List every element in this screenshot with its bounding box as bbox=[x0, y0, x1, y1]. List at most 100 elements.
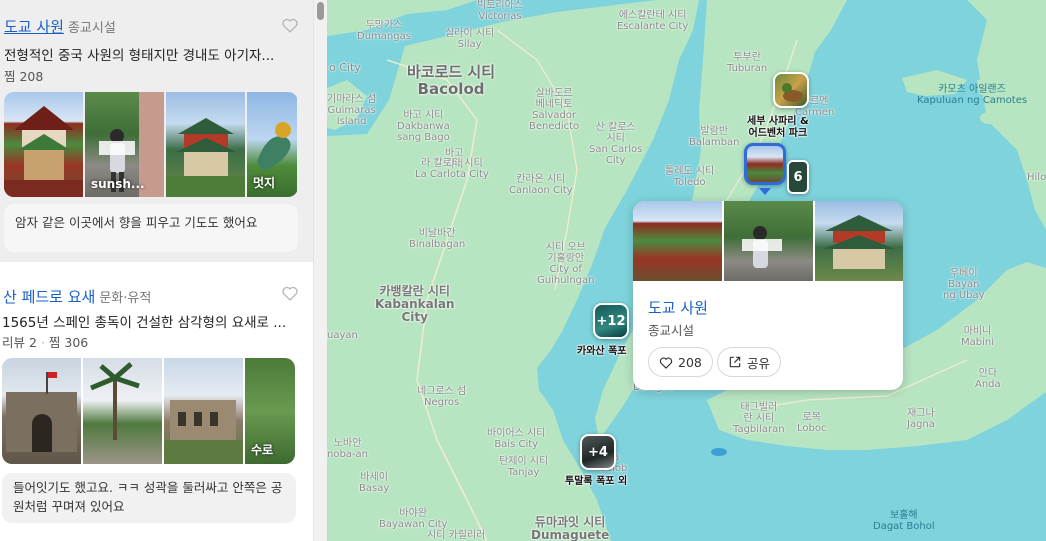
map-label-lacarlota: 라 칼로타 시티 La Carlota City bbox=[415, 158, 489, 180]
map-marker-tumalog[interactable]: +4 bbox=[580, 434, 616, 470]
app-root: 도교 사원 종교시설 전형적인 중국 사원의 형태지만 경내도 아기자... 찜… bbox=[0, 0, 1046, 541]
map-marker-label: 세부 사파리 & 어드벤처 파크 bbox=[747, 116, 809, 139]
map-label-guimaras: 기마라스 섬 Guimaras Island bbox=[327, 94, 377, 127]
map-label-benedicto: 살바도르 베네딕토 Salvador Benedicto bbox=[529, 88, 580, 132]
share-button[interactable]: 공유 bbox=[717, 347, 782, 377]
photo-thumbnail[interactable] bbox=[166, 92, 245, 197]
map-label-bais: 바이어스 시티 Bais City bbox=[487, 428, 546, 450]
place-name-link[interactable]: 도교 사원 bbox=[4, 16, 64, 37]
photo-thumbnail[interactable]: sunsh... bbox=[85, 92, 164, 197]
review-snippet[interactable]: 들어잇기도 했고요. ㅋㅋ 성곽을 둘러싸고 안쪽은 공원처럼 꾸며져 있어요 bbox=[2, 473, 296, 523]
person-photo bbox=[742, 226, 782, 268]
map-label-tuburan: 투부란 Tuburan bbox=[727, 52, 768, 74]
ruins-photo bbox=[164, 400, 243, 464]
fort-gate-photo bbox=[6, 372, 77, 452]
place-stats: 리뷰 2 · 찜 306 bbox=[2, 335, 89, 350]
sidebar-scrollbar[interactable] bbox=[313, 0, 327, 541]
place-card[interactable]: 산 페드로 요새 문화·유적 1565년 스페인 총독이 건설한 삼각형의 요새… bbox=[0, 275, 313, 541]
photo-thumbnail[interactable]: 멋지 bbox=[247, 92, 297, 197]
map-label-o-city: o City bbox=[329, 61, 361, 74]
place-card[interactable]: 도교 사원 종교시설 전형적인 중국 사원의 형태지만 경내도 아기자... 찜… bbox=[0, 0, 313, 262]
place-name-link[interactable]: 산 페드로 요새 bbox=[3, 286, 95, 307]
pagoda-photo bbox=[823, 215, 895, 269]
map-label-negros: 네그로스 섬 Negros bbox=[417, 386, 467, 408]
photo-author: 수로 bbox=[251, 443, 274, 457]
photo-thumbnail[interactable] bbox=[2, 358, 81, 464]
map-label-toledo: 톨레도 시티 Toledo bbox=[665, 166, 715, 188]
map-label-tanjay: 탄제이 시티 Tanjay bbox=[499, 456, 549, 478]
popup-category: 종교시설 bbox=[648, 323, 695, 338]
cluster-count: 6 bbox=[789, 162, 807, 192]
place-category: 문화·유적 bbox=[99, 291, 152, 306]
like-count: 208 bbox=[678, 354, 702, 370]
scroll-thumb[interactable] bbox=[317, 2, 324, 20]
map-label-binalbagan: 비날바간 Binalbagan bbox=[409, 228, 466, 250]
place-title-row: 산 페드로 요새 문화·유적 bbox=[3, 286, 151, 307]
photo-strip[interactable]: 수로 bbox=[2, 358, 295, 464]
map-label-basay: 바세이 Basay bbox=[359, 472, 390, 494]
selected-marker-pointer bbox=[759, 188, 771, 195]
map-label-camotes: 카모츠 아일랜즈 Kapuluan ng Camotes bbox=[917, 84, 1028, 106]
popup-photo-strip[interactable] bbox=[633, 201, 903, 281]
like-button[interactable]: 208 bbox=[648, 347, 713, 377]
place-stats: 찜 208 bbox=[4, 66, 43, 85]
map-label-dumaguete: 듀마과잇 시티 Dumaguete bbox=[531, 515, 610, 541]
map-label-nobaan: 노바안 noba-an bbox=[327, 438, 369, 460]
share-label: 공유 bbox=[747, 355, 771, 371]
place-popup[interactable]: 도교 사원 종교시설 208 공유 bbox=[633, 201, 903, 390]
photo-strip[interactable]: sunsh... 멋지 bbox=[4, 92, 298, 197]
map-label-jagna: 재그나 Jagna bbox=[907, 408, 935, 430]
map-label-bacolod: 바코로드 시티 Bacolod bbox=[407, 63, 496, 98]
map-view[interactable]: 빅토리아스 Victorias 에스칼란테 시티 Escalante City 두망… bbox=[327, 0, 1046, 541]
map-label-dumangas: 두망가스 Dumangas bbox=[357, 20, 411, 42]
photo-thumbnail[interactable] bbox=[4, 92, 83, 197]
map-label-canlaon: 칸라온 시티 Canlaon City bbox=[509, 174, 573, 196]
heart-icon bbox=[659, 357, 673, 369]
cluster-marker[interactable]: 6 bbox=[787, 160, 809, 194]
review-count: 리뷰 2 bbox=[2, 335, 37, 350]
map-marker-safari[interactable] bbox=[773, 72, 809, 108]
place-title-row: 도교 사원 종교시설 bbox=[4, 16, 116, 37]
place-category: 종교시설 bbox=[67, 21, 116, 36]
safari-thumbnail bbox=[782, 83, 803, 102]
heart-icon[interactable] bbox=[281, 17, 299, 33]
map-label-dagat-bohol: 보홀해 Dagat Bohol bbox=[873, 510, 935, 532]
map-label-uayan: uayan bbox=[327, 330, 358, 341]
popup-title[interactable]: 도교 사원 bbox=[648, 297, 708, 318]
map-label-city: 시티 카릴리러 bbox=[427, 530, 486, 541]
map-label-bayawan: 바야완 Bayawan City bbox=[379, 508, 448, 530]
marker-count: +4 bbox=[582, 436, 614, 468]
photo-thumbnail[interactable] bbox=[164, 358, 243, 464]
photo-thumbnail[interactable]: 수로 bbox=[245, 358, 295, 464]
temple-photo bbox=[4, 106, 83, 197]
share-icon bbox=[729, 356, 741, 368]
map-marker-label: 투말록 폭포 외 bbox=[565, 476, 628, 487]
map-label-balamban: 발람반 Balamban bbox=[689, 126, 740, 148]
map-label-hilo: Hilo bbox=[1027, 172, 1046, 183]
map-label-victorias: 빅토리아스 Victorias bbox=[477, 0, 523, 22]
map-label-kabankalan: 카뱅칼란 시티 Kabankalan City bbox=[375, 284, 455, 324]
map-label-guihulngan: 시티 오브 기훌랑안 City of Guihulngan bbox=[537, 242, 595, 286]
palm-tree-photo bbox=[90, 362, 140, 440]
review-snippet[interactable]: 암자 같은 이곳에서 향을 피우고 기도도 했어요 bbox=[4, 204, 298, 252]
place-description: 1565년 스페인 총독이 건설한 삼각형의 요새로 ... bbox=[2, 315, 287, 331]
popup-photo[interactable] bbox=[633, 201, 722, 281]
selected-marker[interactable] bbox=[744, 143, 786, 185]
photo-author: 멋지 bbox=[253, 176, 276, 190]
map-label-bayan: 우베이 Bayan ng Ubay bbox=[943, 268, 985, 301]
map-label-anda: 안다 Anda bbox=[975, 368, 1001, 390]
photo-thumbnail[interactable] bbox=[83, 358, 162, 464]
map-label-dakbanwa: 바고 시티 Dakbanwa sang Bago bbox=[397, 110, 450, 143]
map-label-mabini: 마비니 Mabini bbox=[961, 326, 994, 348]
map-marker-kawasan[interactable]: +12 bbox=[593, 303, 629, 339]
pagoda-photo bbox=[166, 118, 245, 197]
map-label-loboc: 로복 Loboc bbox=[797, 412, 827, 434]
map-label-tagbilaran: 태그빌러 란 시티 Tagbilaran bbox=[733, 402, 785, 435]
map-label-sancarlos: 산 칼로스 시티 San Carlos City bbox=[589, 122, 643, 166]
popup-photo[interactable] bbox=[724, 201, 813, 281]
popup-photo[interactable] bbox=[815, 201, 903, 281]
heart-icon[interactable] bbox=[281, 285, 299, 301]
map-marker-label: 카와산 폭포 bbox=[577, 346, 627, 357]
map-label-silay: 실라이 시티 Silay bbox=[445, 28, 495, 50]
like-count: 찜 306 bbox=[48, 335, 89, 350]
